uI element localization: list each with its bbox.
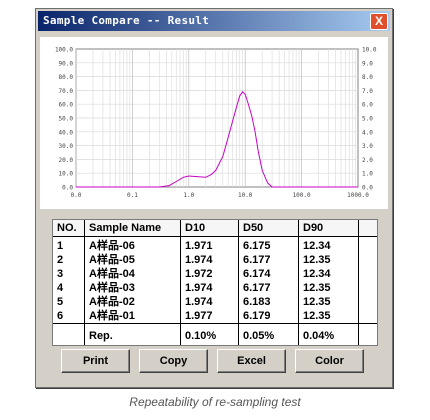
y-tick-label-left: 60.0 xyxy=(59,102,74,109)
header-filler xyxy=(359,220,377,237)
cell-d90: 12.35 xyxy=(303,310,331,322)
cell-d50: 6.175 xyxy=(243,240,271,252)
y-tick-label-right: 5.0 xyxy=(362,116,373,123)
y-tick-label-right: 2.0 xyxy=(362,157,373,164)
x-tick-label: 0.1 xyxy=(127,192,138,199)
y-tick-label-right: 9.0 xyxy=(362,60,373,67)
cell-no: 4 xyxy=(57,282,64,294)
cell-d10: 1.974 xyxy=(185,254,213,266)
cell-d90: 12.35 xyxy=(303,282,331,294)
cell-d10: 1.977 xyxy=(185,310,213,322)
rep-separator xyxy=(53,323,377,324)
result-window: Sample Compare -- Result X 0.0 10.0 20.0 30… xyxy=(35,8,393,388)
y-tick-label-left: 70.0 xyxy=(59,88,74,95)
y-tick-label-left: 80.0 xyxy=(59,74,74,81)
figure-caption: Repeatability of re-sampling test xyxy=(129,395,301,409)
cell-sample-name: A样品-06 xyxy=(89,240,135,252)
cell-sample-name: A样品-03 xyxy=(89,282,135,294)
rep-label: Rep. xyxy=(89,330,113,342)
header-d50: D50 xyxy=(239,220,299,237)
y-tick-label-right: 10.0 xyxy=(362,47,377,54)
header-sample-name: Sample Name xyxy=(85,220,181,237)
color-button[interactable]: Color xyxy=(295,349,364,373)
y-tick-label-left: 50.0 xyxy=(59,116,74,123)
cell-d10: 1.971 xyxy=(185,240,213,252)
cell-d50: 6.177 xyxy=(243,282,271,294)
cell-no: 3 xyxy=(57,268,64,280)
table-row[interactable]: 5 A样品-02 1.974 6.183 12.35 xyxy=(53,295,377,309)
cell-no: 1 xyxy=(57,240,64,252)
x-tick-label: 100.0 xyxy=(293,192,311,199)
header-no: NO. xyxy=(53,220,85,237)
cell-d90: 12.35 xyxy=(303,296,331,308)
x-tick-label: 0.0 xyxy=(71,192,82,199)
results-table: NO. Sample Name D10 D50 D90 1 A样品-06 1.9… xyxy=(52,219,378,346)
cell-d90: 12.34 xyxy=(303,240,331,252)
cell-d50: 6.183 xyxy=(243,296,271,308)
cell-d10: 1.974 xyxy=(185,296,213,308)
excel-button[interactable]: Excel xyxy=(217,349,286,373)
y-tick-label-right: 6.0 xyxy=(362,102,373,109)
table-row[interactable]: 3 A样品-04 1.972 6.174 12.34 xyxy=(53,267,377,281)
x-tick-label: 1000.0 xyxy=(347,192,369,199)
rep-d10: 0.10% xyxy=(185,330,217,342)
header-d90: D90 xyxy=(299,220,359,237)
x-tick-label: 10.0 xyxy=(238,192,253,199)
cell-sample-name: A样品-02 xyxy=(89,296,135,308)
y-tick-label-right: 7.0 xyxy=(362,88,373,95)
window-title: Sample Compare -- Result xyxy=(43,14,210,27)
table-row[interactable]: 2 A样品-05 1.974 6.177 12.35 xyxy=(53,253,377,267)
table-row[interactable]: 1 A样品-06 1.971 6.175 12.34 xyxy=(53,239,377,253)
cell-d90: 12.35 xyxy=(303,254,331,266)
y-tick-label-left: 100.0 xyxy=(55,47,73,54)
y-tick-label-left: 40.0 xyxy=(59,129,74,136)
cell-d10: 1.972 xyxy=(185,268,213,280)
y-tick-label-left: 0.0 xyxy=(62,185,73,192)
y-tick-label-right: 3.0 xyxy=(362,143,373,150)
close-button[interactable]: X xyxy=(370,13,388,30)
table-row[interactable]: 6 A样品-01 1.977 6.179 12.35 xyxy=(53,309,377,323)
cell-d90: 12.34 xyxy=(303,268,331,280)
distribution-chart: 0.0 10.0 20.0 30.0 40.0 50.0 60.0 70.0 80.0 90.0 1… xyxy=(55,47,377,200)
rep-d90: 0.04% xyxy=(303,330,335,342)
cell-no: 6 xyxy=(57,310,64,322)
rep-row: Rep. 0.10% 0.05% 0.04% xyxy=(53,329,377,343)
cell-d50: 6.174 xyxy=(243,268,271,280)
cell-sample-name: A样品-05 xyxy=(89,254,135,266)
rep-d50: 0.05% xyxy=(243,330,275,342)
y-tick-label-left: 90.0 xyxy=(59,60,74,67)
title-bar[interactable]: Sample Compare -- Result X xyxy=(38,11,390,31)
cell-d50: 6.177 xyxy=(243,254,271,266)
y-tick-label-right: 1.0 xyxy=(362,171,373,178)
copy-button[interactable]: Copy xyxy=(139,349,208,373)
print-button[interactable]: Print xyxy=(61,349,130,373)
cell-sample-name: A样品-01 xyxy=(89,310,135,322)
y-tick-label-left: 30.0 xyxy=(59,143,74,150)
y-tick-label-right: 8.0 xyxy=(362,74,373,81)
y-tick-label-right: 0.0 xyxy=(362,185,373,192)
header-d10: D10 xyxy=(181,220,239,237)
cell-d50: 6.179 xyxy=(243,310,271,322)
cell-d10: 1.974 xyxy=(185,282,213,294)
y-tick-label-left: 10.0 xyxy=(59,171,74,178)
cell-sample-name: A样品-04 xyxy=(89,268,135,280)
x-tick-label: 1.0 xyxy=(183,192,194,199)
table-row[interactable]: 4 A样品-03 1.974 6.177 12.35 xyxy=(53,281,377,295)
chart-panel: 0.0 10.0 20.0 30.0 40.0 50.0 60.0 70.0 80.0 90.0 1… xyxy=(40,37,388,209)
y-tick-label-left: 20.0 xyxy=(59,157,74,164)
cell-no: 5 xyxy=(57,296,64,308)
cell-no: 2 xyxy=(57,254,64,266)
y-tick-label-right: 4.0 xyxy=(362,129,373,136)
